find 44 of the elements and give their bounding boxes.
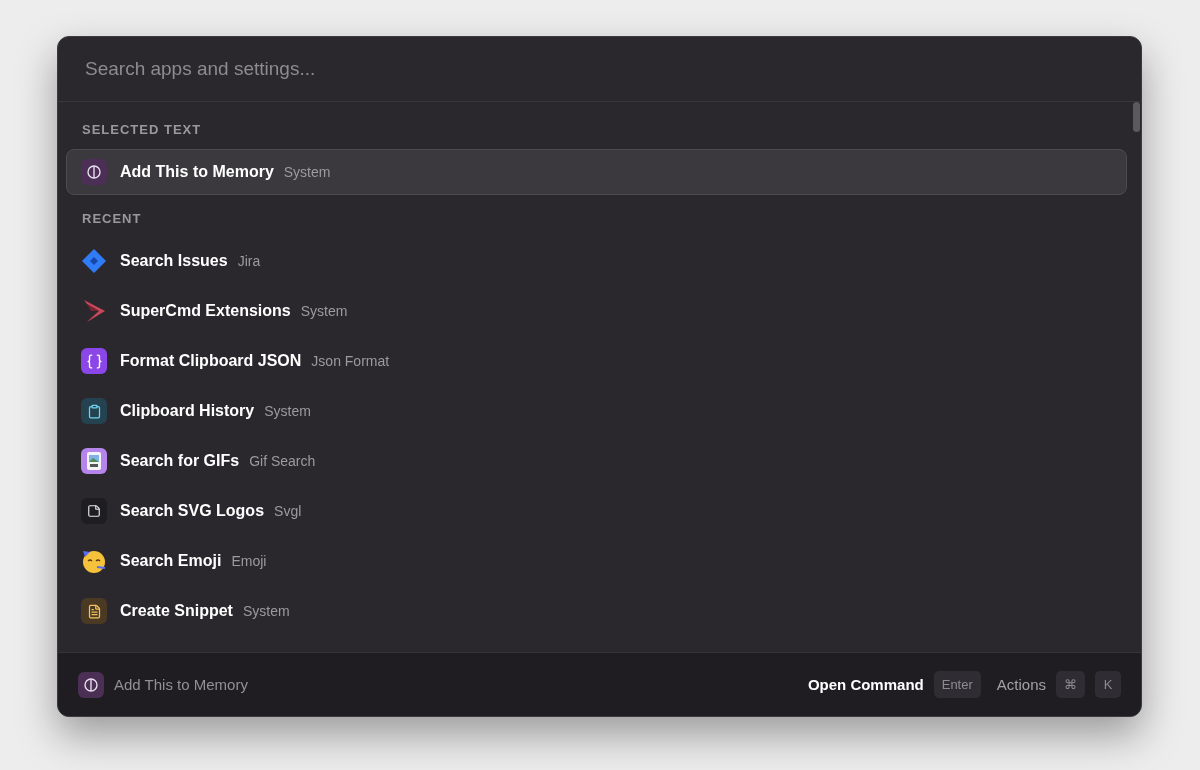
command-item[interactable]: Search Emoji Emoji xyxy=(66,538,1127,584)
command-title: Add This to Memory xyxy=(120,163,274,181)
command-item[interactable]: Search Issues Jira xyxy=(66,238,1127,284)
sticky-note-icon xyxy=(81,498,107,524)
key-hint: K xyxy=(1095,671,1121,698)
command-source: Gif Search xyxy=(249,453,316,469)
command-source: Svgl xyxy=(274,503,302,519)
key-hint: Enter xyxy=(933,671,981,698)
open-command-button[interactable]: Open Command xyxy=(807,676,924,693)
command-title: Create Snippet xyxy=(120,602,233,620)
command-title: Search Issues xyxy=(120,252,228,270)
actions-button[interactable]: Actions xyxy=(996,676,1046,693)
document-icon xyxy=(81,598,107,624)
scrollbar-thumb[interactable] xyxy=(1133,102,1140,132)
command-title: Format Clipboard JSON xyxy=(120,352,302,370)
section-heading: RECENT xyxy=(81,210,143,228)
command-source: System xyxy=(242,603,290,619)
key-hint: ⌘ xyxy=(1056,671,1085,698)
command-title: Search Emoji xyxy=(120,552,222,570)
search-field[interactable]: Search apps and settings... xyxy=(83,57,687,81)
command-item[interactable]: Add This to Memory System xyxy=(66,149,1127,195)
command-item[interactable]: Search SVG Logos Svgl xyxy=(66,488,1127,534)
command-title: Clipboard History xyxy=(120,402,255,420)
command-item[interactable]: Clipboard History System xyxy=(66,388,1127,434)
party-emoji-icon xyxy=(81,548,107,574)
command-source: Emoji xyxy=(231,553,267,569)
command-item[interactable]: Format Clipboard JSON Json Format xyxy=(66,338,1127,384)
command-source: Json Format xyxy=(311,353,390,369)
diamond-icon xyxy=(81,248,107,274)
section-heading: SELECTED TEXT xyxy=(81,121,203,139)
command-source: System xyxy=(283,164,331,180)
command-item[interactable]: SuperCmd Extensions System xyxy=(66,288,1127,334)
selected-command-label: Add This to Memory xyxy=(114,676,248,693)
command-item[interactable]: Search for GIFs Gif Search xyxy=(66,438,1127,484)
command-source: Jira xyxy=(237,253,261,269)
command-title: Search SVG Logos xyxy=(120,502,265,520)
braces-icon xyxy=(81,348,107,374)
command-source: System xyxy=(300,303,348,319)
command-title: SuperCmd Extensions xyxy=(120,302,291,320)
command-source: System xyxy=(264,403,311,419)
command-title: Search for GIFs xyxy=(120,452,240,470)
command-item[interactable]: Create Snippet System xyxy=(66,588,1127,634)
clipboard-icon xyxy=(81,398,107,424)
image-file-icon xyxy=(81,448,107,474)
